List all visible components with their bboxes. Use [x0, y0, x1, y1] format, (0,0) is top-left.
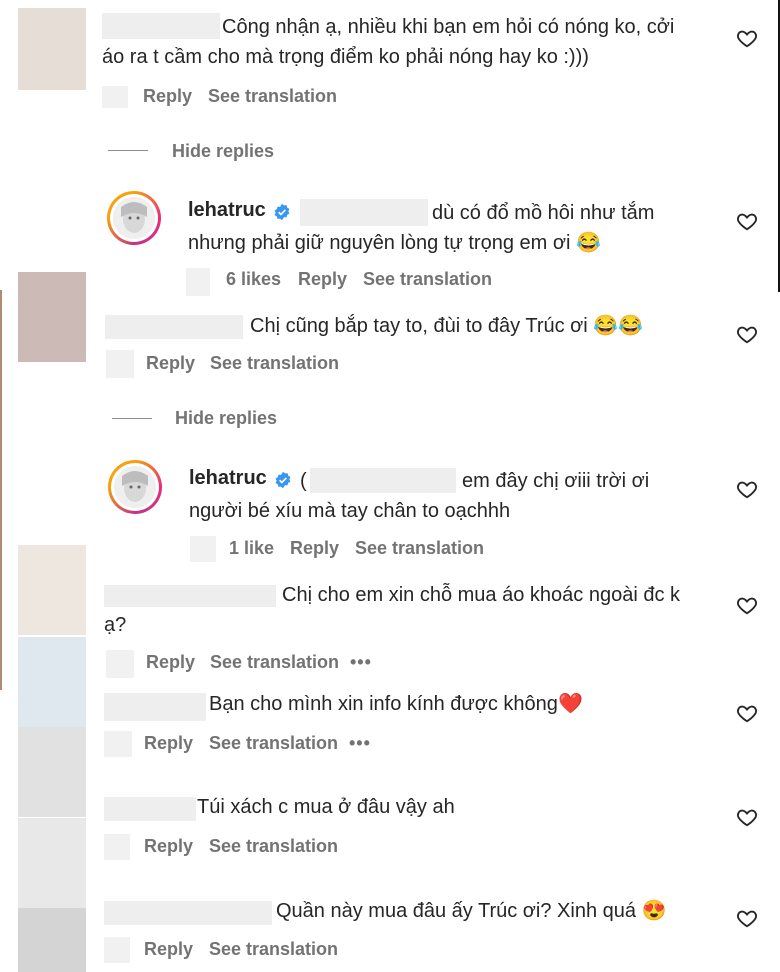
- reply-link[interactable]: Reply: [143, 86, 192, 107]
- avatar[interactable]: [108, 460, 162, 514]
- left-artifact: [18, 727, 86, 817]
- reply-link[interactable]: Reply: [144, 939, 193, 960]
- username-redacted: [104, 797, 196, 821]
- reply-link[interactable]: Reply: [146, 353, 195, 374]
- more-dots-icon[interactable]: •••: [349, 733, 371, 754]
- left-artifact: [0, 290, 2, 690]
- like-heart-icon[interactable]: [736, 478, 758, 500]
- like-heart-icon[interactable]: [736, 806, 758, 828]
- like-heart-icon[interactable]: [736, 323, 758, 345]
- time-redacted: [106, 650, 134, 678]
- verified-badge-icon: [275, 471, 291, 489]
- time-redacted: [186, 268, 210, 296]
- comment-text: Chị cũng bắp tay to, đùi to đây Trúc ơi …: [250, 315, 644, 337]
- reply-link[interactable]: Reply: [290, 538, 339, 559]
- username-redacted: [102, 13, 220, 39]
- comment-text: Công nhận ạ, nhiều khi bạn em hỏi có nón…: [222, 16, 675, 38]
- left-artifact: [18, 272, 86, 362]
- left-artifact: [18, 545, 86, 635]
- comment-text: dù có đổ mồ hôi như tắm: [432, 202, 655, 224]
- see-translation-link[interactable]: See translation: [363, 269, 492, 290]
- mention-redacted: [310, 468, 456, 493]
- left-artifact: [18, 818, 86, 908]
- like-heart-icon[interactable]: [736, 702, 758, 724]
- username-redacted: [104, 693, 206, 721]
- like-heart-icon[interactable]: [736, 27, 758, 49]
- comment-username[interactable]: lehatruc: [188, 199, 266, 222]
- see-translation-link[interactable]: See translation: [209, 939, 338, 960]
- comment-username[interactable]: lehatruc: [189, 467, 267, 490]
- verified-badge-icon: [274, 203, 290, 221]
- avatar[interactable]: [107, 191, 161, 245]
- comment-text: Bạn cho mình xin info kính được không❤️: [209, 693, 583, 715]
- reply-link[interactable]: Reply: [144, 836, 193, 857]
- see-translation-link[interactable]: See translation: [210, 353, 339, 374]
- time-redacted: [190, 536, 216, 562]
- like-heart-icon[interactable]: [736, 907, 758, 929]
- username-redacted: [105, 315, 243, 339]
- laughing-emoji: 😂😂: [593, 315, 644, 337]
- red-heart-emoji: ❤️: [557, 693, 583, 715]
- likes-count[interactable]: 1 like: [229, 538, 274, 559]
- comment-text: Túi xách c mua ở đâu vậy ah: [197, 796, 455, 818]
- comment-text: áo ra t cầm cho mà trọng điểm ko phải nó…: [102, 46, 589, 68]
- see-translation-link[interactable]: See translation: [208, 86, 337, 107]
- comment-text: người bé xíu mà tay chân to oạchhh: [189, 500, 511, 522]
- see-translation-link[interactable]: See translation: [209, 733, 338, 754]
- divider-line: [112, 418, 152, 419]
- like-heart-icon[interactable]: [736, 594, 758, 616]
- reply-link[interactable]: Reply: [146, 652, 195, 673]
- heart-eyes-emoji: 😍: [641, 900, 667, 922]
- time-redacted: [104, 731, 132, 757]
- time-redacted: [104, 834, 130, 860]
- reply-link[interactable]: Reply: [144, 733, 193, 754]
- comment-text: (: [300, 470, 307, 492]
- laughing-emoji: 😂: [575, 232, 601, 254]
- reply-link[interactable]: Reply: [298, 269, 347, 290]
- comment-text: Chị cho em xin chỗ mua áo khoác ngoài đc…: [282, 584, 680, 606]
- more-dots-icon[interactable]: •••: [350, 652, 372, 673]
- left-artifact: [18, 908, 86, 972]
- time-redacted: [104, 937, 130, 963]
- hide-replies-link[interactable]: Hide replies: [172, 141, 274, 162]
- likes-count[interactable]: 6 likes: [226, 269, 281, 290]
- time-redacted: [102, 86, 128, 108]
- comment-text: ạ?: [104, 614, 127, 636]
- hide-replies-link[interactable]: Hide replies: [175, 408, 277, 429]
- left-artifact: [18, 8, 86, 90]
- see-translation-link[interactable]: See translation: [210, 652, 339, 673]
- time-redacted: [106, 350, 134, 378]
- see-translation-link[interactable]: See translation: [355, 538, 484, 559]
- see-translation-link[interactable]: See translation: [209, 836, 338, 857]
- divider-line: [108, 150, 148, 151]
- comment-text: nhưng phải giữ nguyên lòng tự trọng em ơ…: [188, 232, 601, 254]
- left-artifact: [18, 637, 86, 727]
- comment-text: Quần này mua đâu ấy Trúc ơi? Xinh quá 😍: [276, 900, 667, 922]
- comment-text: em đây chị ơiii trời ơi: [462, 470, 650, 492]
- username-redacted: [104, 901, 272, 925]
- username-redacted: [104, 585, 276, 607]
- like-heart-icon[interactable]: [736, 210, 758, 232]
- mention-redacted: [300, 199, 428, 226]
